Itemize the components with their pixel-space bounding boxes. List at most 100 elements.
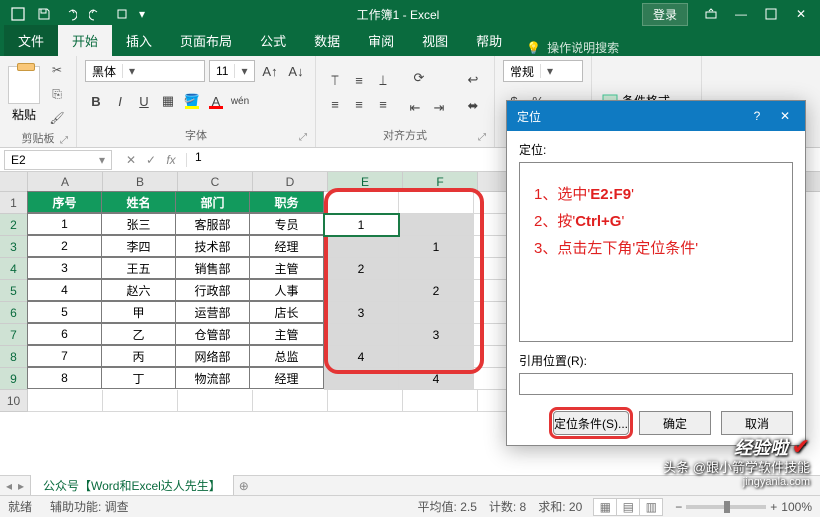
align-top-icon[interactable]: ⟙ — [324, 70, 346, 92]
col-header[interactable]: F — [403, 172, 478, 191]
tab-layout[interactable]: 页面布局 — [166, 25, 246, 56]
cell[interactable] — [399, 192, 474, 214]
row-header[interactable]: 10 — [0, 390, 27, 412]
paste-button[interactable]: 粘贴 — [8, 66, 40, 123]
cell[interactable] — [403, 390, 478, 412]
copy-icon[interactable]: ⎘ — [46, 84, 68, 104]
dialog-titlebar[interactable]: 定位 ? ✕ — [507, 101, 805, 131]
align-center-icon[interactable]: ≡ — [348, 94, 370, 116]
chevron-down-icon[interactable]: ▾ — [540, 64, 554, 78]
phonetic-button[interactable]: wén — [229, 90, 251, 112]
cell[interactable]: 3 — [324, 302, 399, 324]
row-header[interactable]: 3 — [0, 236, 27, 258]
cell[interactable] — [399, 346, 474, 368]
font-size-combo[interactable]: 11▾ — [209, 60, 255, 82]
cell[interactable] — [399, 302, 474, 324]
cell[interactable]: 部门 — [175, 191, 250, 213]
cell[interactable]: 2 — [324, 258, 399, 280]
tab-home[interactable]: 开始 — [58, 25, 112, 56]
cell[interactable]: 2 — [27, 235, 102, 257]
cell[interactable]: 1 — [27, 213, 102, 235]
cell[interactable]: 8 — [27, 367, 102, 389]
qat-dropdown-icon[interactable]: ▾ — [136, 2, 148, 26]
tell-me-search[interactable]: 💡操作说明搜索 — [516, 39, 629, 56]
row-header[interactable]: 6 — [0, 302, 27, 324]
border-button[interactable]: ▦ — [157, 90, 179, 112]
cell[interactable]: 运营部 — [175, 301, 250, 323]
cell[interactable]: 7 — [27, 345, 102, 367]
cell[interactable]: 赵六 — [101, 279, 176, 301]
col-header[interactable]: D — [253, 172, 328, 191]
align-bottom-icon[interactable]: ⟘ — [372, 70, 394, 92]
fill-color-button[interactable]: 🪣 — [181, 90, 203, 112]
add-sheet-icon[interactable]: ⊕ — [234, 479, 254, 493]
close-icon[interactable]: ✕ — [786, 2, 816, 26]
zoom-value[interactable]: 100% — [781, 500, 812, 514]
chevron-down-icon[interactable]: ▾ — [122, 64, 136, 78]
cell[interactable]: 销售部 — [175, 257, 250, 279]
save-icon[interactable] — [32, 2, 56, 26]
cell[interactable]: 丁 — [101, 367, 176, 389]
bold-button[interactable]: B — [85, 90, 107, 112]
cut-icon[interactable]: ✂ — [46, 60, 68, 80]
fx-icon[interactable]: fx — [162, 153, 180, 167]
cancel-formula-icon[interactable]: ✕ — [122, 153, 140, 167]
increase-indent-icon[interactable]: ⇥ — [428, 97, 450, 119]
cell[interactable]: 经理 — [249, 367, 324, 389]
font-launcher-icon[interactable]: ⤢ — [299, 132, 307, 143]
clipboard-launcher-icon[interactable]: ⤢ — [60, 135, 68, 146]
minimize-icon[interactable]: — — [726, 2, 756, 26]
cell[interactable] — [253, 390, 328, 412]
special-button[interactable]: 定位条件(S)... — [553, 411, 629, 435]
login-button[interactable]: 登录 — [642, 3, 688, 26]
cell[interactable]: 行政部 — [175, 279, 250, 301]
underline-button[interactable]: U — [133, 90, 155, 112]
cancel-button[interactable]: 取消 — [721, 411, 793, 435]
orientation-icon[interactable]: ⟳ — [404, 67, 434, 89]
row-header[interactable]: 4 — [0, 258, 27, 280]
reference-input[interactable] — [519, 373, 793, 395]
cell[interactable]: 专员 — [249, 213, 324, 235]
goto-listbox[interactable]: 1、选中'E2:F9' 2、按'Ctrl+G' 3、点击左下角'定位条件' — [519, 162, 793, 342]
tab-review[interactable]: 审阅 — [354, 25, 408, 56]
format-painter-icon[interactable]: 🖌 — [46, 108, 68, 128]
row-header[interactable]: 9 — [0, 368, 27, 390]
cell[interactable]: 1 — [399, 236, 474, 258]
cell[interactable] — [399, 214, 474, 236]
cell[interactable] — [324, 236, 399, 258]
cell[interactable]: 4 — [324, 346, 399, 368]
touch-mode-icon[interactable] — [110, 2, 134, 26]
cell[interactable]: 仓管部 — [175, 323, 250, 345]
cell[interactable] — [103, 390, 178, 412]
decrease-font-icon[interactable]: A↓ — [285, 60, 307, 82]
cell[interactable] — [324, 192, 399, 214]
cell[interactable]: 物流部 — [175, 367, 250, 389]
zoom-thumb[interactable] — [724, 501, 730, 513]
status-accessibility[interactable]: 辅助功能: 调查 — [50, 498, 129, 515]
maximize-icon[interactable] — [756, 2, 786, 26]
cell[interactable]: 4 — [399, 368, 474, 390]
cell[interactable]: 李四 — [101, 235, 176, 257]
cell[interactable] — [178, 390, 253, 412]
close-icon[interactable]: ✕ — [775, 109, 795, 123]
col-header[interactable]: C — [178, 172, 253, 191]
row-header[interactable]: 2 — [0, 214, 27, 236]
cell[interactable]: 经理 — [249, 235, 324, 257]
page-break-view-icon[interactable]: ▥ — [639, 498, 663, 516]
cell[interactable]: 甲 — [101, 301, 176, 323]
cell[interactable]: 王五 — [101, 257, 176, 279]
enter-formula-icon[interactable]: ✓ — [142, 153, 160, 167]
tab-nav-next-icon[interactable]: ▸ — [18, 479, 24, 493]
help-icon[interactable]: ? — [747, 109, 767, 123]
cell[interactable] — [324, 324, 399, 346]
zoom-in-icon[interactable]: + — [770, 500, 777, 514]
cell[interactable] — [399, 258, 474, 280]
cell[interactable]: 2 — [399, 280, 474, 302]
align-right-icon[interactable]: ≡ — [372, 94, 394, 116]
cell[interactable]: 6 — [27, 323, 102, 345]
row-header[interactable]: 1 — [0, 192, 27, 214]
col-header[interactable]: B — [103, 172, 178, 191]
zoom-slider[interactable] — [686, 505, 766, 509]
autosave-icon[interactable] — [6, 2, 30, 26]
cell[interactable]: 序号 — [27, 191, 102, 213]
